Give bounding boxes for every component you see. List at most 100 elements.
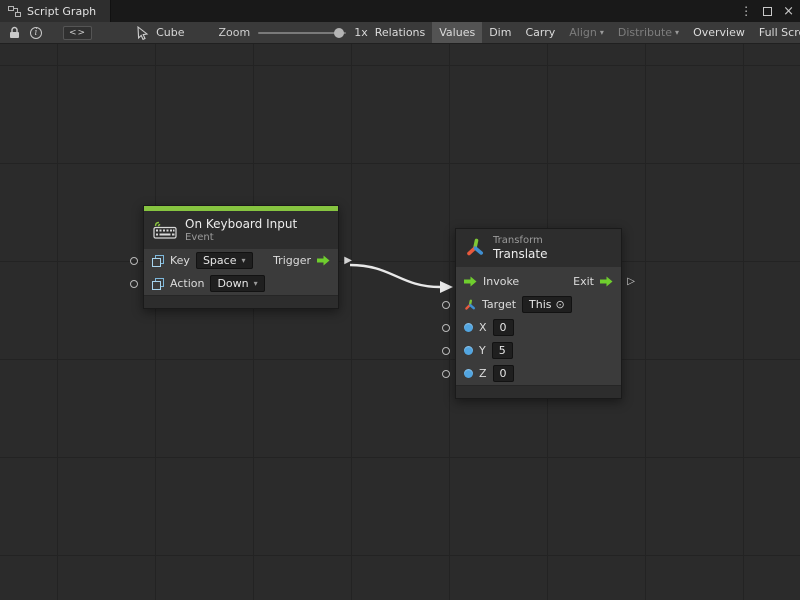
- tab-label: Script Graph: [27, 5, 96, 18]
- close-icon[interactable]: ×: [783, 5, 794, 18]
- button-label: Align: [569, 26, 597, 39]
- row-label: Z: [479, 367, 487, 380]
- variable-icon: [152, 278, 164, 290]
- edit-source-button[interactable]: <>: [63, 26, 92, 40]
- node-body: Key Space ▾ Trigger ▶: [144, 249, 338, 295]
- toolbar: i <> Cube Zoom 1x Relations Values Dim C…: [0, 22, 800, 44]
- button-label: Dim: [489, 26, 511, 39]
- transform-icon: [465, 238, 485, 258]
- button-label: Relations: [375, 26, 426, 39]
- target-object-label[interactable]: Cube: [156, 26, 184, 39]
- action-dropdown[interactable]: Down ▾: [210, 275, 264, 292]
- window-controls: ⋮ ×: [740, 0, 794, 22]
- relations-button[interactable]: Relations: [368, 22, 433, 43]
- tab-script-graph[interactable]: Script Graph: [0, 0, 111, 22]
- row-label: Action: [170, 277, 204, 290]
- node-header[interactable]: Transform Translate: [456, 229, 621, 267]
- button-label: Values: [439, 26, 475, 39]
- kebab-menu-icon[interactable]: ⋮: [740, 4, 752, 18]
- trigger-output-label: Trigger: [273, 254, 311, 267]
- flow-output-arrow-icon[interactable]: [600, 276, 613, 287]
- distribute-button[interactable]: Distribute▾: [611, 22, 686, 43]
- z-value-field[interactable]: 0: [493, 365, 514, 382]
- value-input-port[interactable]: [442, 324, 450, 332]
- row-z: Z 0: [456, 362, 621, 385]
- node-translate[interactable]: Transform Translate Invoke Exit ▷: [455, 228, 622, 399]
- button-label: Carry: [525, 26, 555, 39]
- toolbar-buttons: Relations Values Dim Carry Align▾ Distri…: [368, 22, 800, 43]
- z-value: 0: [500, 367, 507, 380]
- full-screen-button[interactable]: Full Screen: [752, 22, 800, 43]
- y-value: 5: [499, 344, 506, 357]
- caret-down-icon: ▾: [675, 29, 679, 37]
- float-port-icon: [464, 346, 473, 355]
- row-label: Target: [482, 298, 516, 311]
- titlebar: Script Graph ⋮ ×: [0, 0, 800, 22]
- float-port-icon: [464, 369, 473, 378]
- node-footer: [144, 295, 338, 308]
- graph-canvas[interactable]: On Keyboard Input Event Key Space ▾: [0, 44, 800, 600]
- row-action: Action Down ▾: [144, 272, 338, 295]
- value-input-port[interactable]: [130, 280, 138, 288]
- row-target: Target This ⊙: [456, 293, 621, 316]
- maximize-icon[interactable]: [763, 7, 772, 16]
- dim-button[interactable]: Dim: [482, 22, 518, 43]
- info-button[interactable]: i: [25, 22, 47, 43]
- button-label: Distribute: [618, 26, 672, 39]
- value-input-port[interactable]: [442, 347, 450, 355]
- value-input-port[interactable]: [130, 257, 138, 265]
- zoom-slider-knob[interactable]: [334, 28, 344, 38]
- key-dropdown[interactable]: Space ▾: [196, 252, 253, 269]
- row-label: Key: [170, 254, 190, 267]
- flow-input-arrow-icon[interactable]: [464, 276, 477, 287]
- y-value-field[interactable]: 5: [492, 342, 513, 359]
- exit-label: Exit: [573, 275, 594, 288]
- lock-button[interactable]: [4, 22, 25, 43]
- caret-down-icon: ▾: [254, 280, 258, 288]
- value-input-port[interactable]: [442, 301, 450, 309]
- wire-arrowhead: [440, 281, 453, 293]
- row-y: Y 5: [456, 339, 621, 362]
- carry-button[interactable]: Carry: [518, 22, 562, 43]
- lock-icon: [9, 26, 20, 39]
- button-label: Overview: [693, 26, 745, 39]
- cursor-icon: [136, 26, 150, 40]
- transform-small-icon: [464, 299, 476, 311]
- values-button[interactable]: Values: [432, 22, 482, 43]
- row-invoke: Invoke Exit ▷: [456, 270, 621, 293]
- flow-port-empty-icon[interactable]: ▷: [627, 277, 635, 287]
- connection-wire[interactable]: [0, 44, 800, 600]
- graph-tab-icon: [8, 6, 21, 17]
- x-value-field[interactable]: 0: [493, 319, 514, 336]
- node-title: On Keyboard Input: [185, 217, 297, 231]
- flow-port-connected-icon[interactable]: ▶: [344, 256, 352, 266]
- keyboard-input-icon: [153, 221, 177, 239]
- node-subtitle: Event: [185, 232, 297, 243]
- x-value: 0: [500, 321, 507, 334]
- node-header[interactable]: On Keyboard Input Event: [144, 211, 338, 249]
- zoom-control: Zoom 1x: [219, 26, 368, 39]
- caret-down-icon: ▾: [241, 257, 245, 265]
- object-picker-icon[interactable]: ⊙: [556, 298, 565, 311]
- node-footer: [456, 385, 621, 398]
- float-port-icon: [464, 323, 473, 332]
- zoom-slider[interactable]: [258, 32, 346, 34]
- target-field[interactable]: This ⊙: [522, 296, 572, 313]
- node-on-keyboard-input[interactable]: On Keyboard Input Event Key Space ▾: [143, 205, 339, 309]
- align-button[interactable]: Align▾: [562, 22, 611, 43]
- overview-button[interactable]: Overview: [686, 22, 752, 43]
- flow-output-arrow-icon[interactable]: [317, 255, 330, 266]
- node-category: Transform: [493, 235, 548, 246]
- zoom-value: 1x: [354, 26, 368, 39]
- info-icon: i: [30, 27, 42, 39]
- script-graph-window: Script Graph ⋮ × i <> Cube Zoom: [0, 0, 800, 600]
- dropdown-value: Down: [217, 277, 248, 290]
- variable-icon: [152, 255, 164, 267]
- value-input-port[interactable]: [442, 370, 450, 378]
- dropdown-value: Space: [203, 254, 237, 267]
- invoke-label: Invoke: [483, 275, 519, 288]
- caret-down-icon: ▾: [600, 29, 604, 37]
- wire-path[interactable]: [350, 265, 440, 287]
- graph-target: Cube: [136, 26, 184, 40]
- button-label: Full Screen: [759, 26, 800, 39]
